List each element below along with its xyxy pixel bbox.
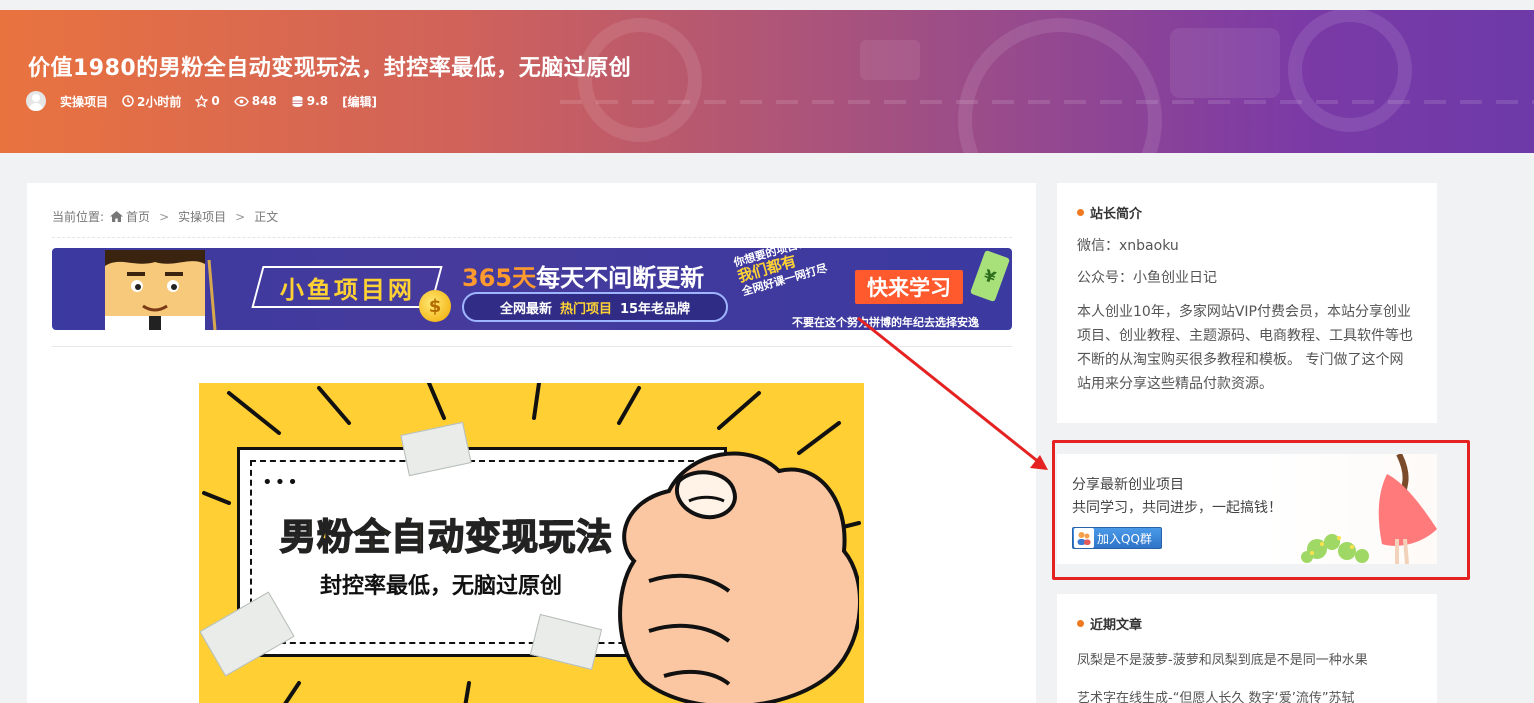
banner-pill-1: 全网最新 <box>499 301 552 317</box>
coins-icon <box>292 95 303 107</box>
article-cover-image: ••• 男粉全自动变现玩法 封控率最低，无脑过原创 <box>199 383 864 703</box>
banner-pill: 全网最新 热门项目 15年老品牌 <box>462 292 728 322</box>
coin-icon: $ <box>419 290 451 322</box>
banner-cta[interactable]: 快来学习 <box>855 270 963 304</box>
annotation-highlight-box <box>1052 440 1470 580</box>
post-time-text: 2小时前 <box>137 94 182 109</box>
breadcrumb-separator: > <box>159 209 170 224</box>
recent-post-list: 凤梨是不是菠萝-菠萝和凤梨到底是不是同一种水果 艺术字在线生成-“但愿人长久 数… <box>1077 649 1417 703</box>
view-count: 848 <box>233 94 277 108</box>
author-avatar[interactable] <box>26 91 46 111</box>
article-header: 价值1980的男粉全自动变现玩法，封控率最低，无脑过原创 实操项目 2小时前 0… <box>0 10 1534 153</box>
cover-subtitle: 封控率最低，无脑过原创 <box>320 574 563 599</box>
article-card: 当前位置: 首页 > 实操项目 > 正文 小鱼项目网 $ 365天每天不间断更新 <box>27 183 1036 703</box>
category-link[interactable]: 实操项目 <box>60 93 108 110</box>
home-icon <box>110 211 124 222</box>
score: 9.8 <box>291 94 328 108</box>
sidebar-intro-card: 站长简介 微信：xnbaoku 公众号：小鱼创业日记 本人创业10年，多家网站V… <box>1057 183 1437 423</box>
banner-headline-text: 每天不间断更新 <box>536 264 705 292</box>
divider <box>52 237 1012 238</box>
favorite-count[interactable]: 0 <box>195 94 220 108</box>
recent-title-text: 近期文章 <box>1090 618 1143 633</box>
breadcrumb: 当前位置: 首页 > 实操项目 > 正文 <box>52 208 278 225</box>
intro-title-text: 站长简介 <box>1090 207 1143 222</box>
banner-slant-text: 你想要的项目课程 我们都有 全网好课一网打尽 <box>732 248 829 299</box>
view-count-text: 848 <box>251 94 277 108</box>
ad-banner[interactable]: 小鱼项目网 $ 365天每天不间断更新 全网最新 热门项目 15年老品牌 你想要… <box>52 248 1012 330</box>
breadcrumb-home-label: 首页 <box>126 210 151 224</box>
banner-pill-3: 15年老品牌 <box>619 301 691 317</box>
breadcrumb-separator: > <box>235 209 246 224</box>
page-title: 价值1980的男粉全自动变现玩法，封控率最低，无脑过原创 <box>28 56 632 81</box>
breadcrumb-prefix: 当前位置: <box>52 210 105 224</box>
recent-title: 近期文章 <box>1077 614 1417 633</box>
star-icon <box>195 94 209 108</box>
banner-brand-text: 小鱼项目网 <box>279 275 415 304</box>
breadcrumb-current: 正文 <box>254 210 279 224</box>
intro-description: 本人创业10年，多家网站VIP付费会员，本站分享创业项目、创业教程、主题源码、电… <box>1077 304 1413 392</box>
recent-post-link[interactable]: 凤梨是不是菠萝-菠萝和凤梨到底是不是同一种水果 <box>1077 649 1417 668</box>
breadcrumb-home[interactable]: 首页 <box>110 208 150 225</box>
banner-pill-2: 热门项目 <box>559 301 612 317</box>
banner-headline-365: 365天 <box>462 264 537 292</box>
post-time: 2小时前 <box>122 93 181 110</box>
favorite-count-text: 0 <box>211 94 220 108</box>
banner-footer: 不要在这个努力拼博的年纪去选择安逸 <box>792 316 979 329</box>
eye-icon <box>233 96 249 106</box>
banner-headline: 365天每天不间断更新 <box>462 258 704 293</box>
recent-post-link[interactable]: 艺术字在线生成-“但愿人长久 数字‘爱’流传”苏轼 <box>1077 687 1417 703</box>
intro-official-account: 公众号：小鱼创业日记 <box>1077 270 1217 286</box>
divider <box>52 346 1012 347</box>
cover-title: 男粉全自动变现玩法 <box>279 516 614 559</box>
cartoon-character <box>105 250 217 330</box>
intro-wechat: 微信：xnbaoku <box>1077 238 1179 254</box>
article-meta: 实操项目 2小时前 0 848 9.8 [编辑] <box>26 91 377 111</box>
money-icon: ¥ <box>969 249 1011 303</box>
pointing-fist-illustration <box>618 451 859 703</box>
edit-link[interactable]: [编辑] <box>342 93 377 110</box>
breadcrumb-category[interactable]: 实操项目 <box>178 208 226 225</box>
bullet-dot-icon <box>1077 620 1084 627</box>
score-text: 9.8 <box>306 94 329 108</box>
intro-title: 站长简介 <box>1077 203 1417 222</box>
clock-icon <box>122 95 134 107</box>
bullet-dot-icon <box>1077 209 1084 216</box>
sidebar-recent-card: 近期文章 凤梨是不是菠萝-菠萝和凤梨到底是不是同一种水果 艺术字在线生成-“但愿… <box>1057 594 1437 703</box>
banner-brand: 小鱼项目网 <box>251 266 443 308</box>
card-dots: ••• <box>262 472 300 493</box>
